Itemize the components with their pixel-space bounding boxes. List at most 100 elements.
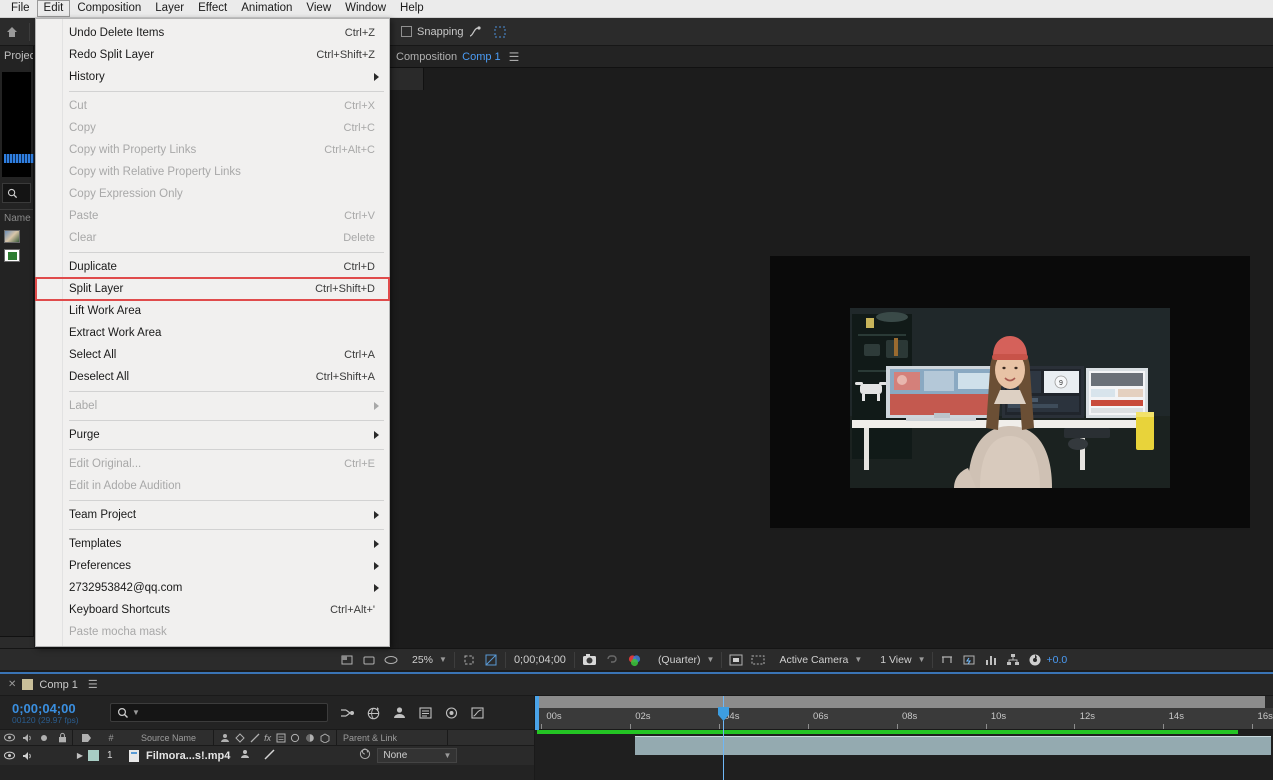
take-snapshot-icon[interactable] (578, 649, 601, 671)
menu-item-select-all[interactable]: Select AllCtrl+A (36, 344, 389, 366)
snapping-label: Snapping (417, 26, 464, 38)
menu-item-layer[interactable]: Layer (148, 0, 191, 17)
toggle-mask-icon[interactable] (358, 649, 380, 671)
menu-item-undo-delete-items[interactable]: Undo Delete ItemsCtrl+Z (36, 22, 389, 44)
region-of-interest-toggle-icon[interactable] (725, 649, 747, 671)
timeline-tab-label[interactable]: Comp 1 (39, 679, 78, 691)
project-list-item[interactable] (0, 227, 33, 246)
menu-item-edit[interactable]: Edit (37, 0, 71, 17)
ruler-label: 08s (902, 711, 917, 722)
menu-item-templates[interactable]: Templates (36, 533, 389, 555)
composition-flowchart-icon[interactable] (1002, 649, 1024, 671)
resolution-select[interactable]: (Quarter) ▼ (654, 653, 719, 667)
menu-item-deselect-all[interactable]: Deselect AllCtrl+Shift+A (36, 366, 389, 388)
menu-item-2732953842-qq-com[interactable]: 2732953842@qq.com (36, 577, 389, 599)
menu-item-clear: ClearDelete (36, 227, 389, 249)
close-icon[interactable]: ✕ (8, 679, 16, 690)
layer-audio-toggle[interactable] (18, 751, 36, 761)
edit-menu-dropdown[interactable]: Undo Delete ItemsCtrl+ZRedo Split LayerC… (35, 18, 390, 647)
toggle-transparency-grid-icon[interactable] (0, 649, 358, 671)
menu-item-history[interactable]: History (36, 66, 389, 88)
menu-item-extract-work-area[interactable]: Extract Work Area (36, 322, 389, 344)
grid-and-guide-icon[interactable] (480, 649, 502, 671)
menu-item-lift-work-area[interactable]: Lift Work Area (36, 300, 389, 322)
snapping-toggle[interactable]: Snapping (401, 26, 464, 38)
playhead[interactable] (723, 696, 724, 780)
graph-editor-icon[interactable] (468, 704, 486, 722)
timeline-tracks-area[interactable]: 00s02s04s06s08s10s12s14s16s (534, 696, 1273, 780)
zoom-level-value: 25% (412, 654, 433, 666)
camera-view-select[interactable]: Active Camera ▼ (775, 653, 866, 667)
fast-previews-icon[interactable] (958, 649, 980, 671)
menu-item-file[interactable]: File (4, 0, 37, 17)
menu-item-redo-split-layer[interactable]: Redo Split LayerCtrl+Shift+Z (36, 44, 389, 66)
menu-item-window[interactable]: Window (338, 0, 393, 17)
track-zone[interactable] (535, 730, 1273, 780)
panel-menu-icon[interactable]: ☰ (509, 50, 520, 64)
current-time-display[interactable]: 0;00;04;00 00120 (29.97 fps) (0, 701, 110, 725)
layer-quality-switch[interactable] (264, 749, 275, 763)
motion-blur-icon[interactable] (442, 704, 460, 722)
menu-item-edit-original: Edit Original...Ctrl+E (36, 453, 389, 475)
composition-mini-flowchart-icon[interactable] (338, 704, 356, 722)
menu-item-copy: CopyCtrl+C (36, 117, 389, 139)
layer-parent-select[interactable]: None ▼ (377, 748, 457, 763)
layer-expand-triangle[interactable]: ▶ (72, 751, 88, 760)
project-search-input[interactable] (2, 183, 31, 203)
menu-item-duplicate[interactable]: DuplicateCtrl+D (36, 256, 389, 278)
view-layout-select[interactable]: 1 View ▼ (876, 653, 929, 667)
project-list-item[interactable] (0, 246, 33, 265)
region-of-interest-icon[interactable] (458, 649, 480, 671)
layer-source-name[interactable]: Filmora...s!.mp4 (139, 750, 230, 762)
menu-separator (69, 391, 384, 392)
ruler-label: 16s (1258, 711, 1273, 722)
toggle-guides-icon[interactable] (380, 649, 402, 671)
pixel-aspect-correction-icon[interactable] (936, 649, 958, 671)
menu-item-split-layer[interactable]: Split LayerCtrl+Shift+D (36, 278, 389, 300)
snapping-checkbox[interactable] (401, 26, 412, 37)
chevron-down-icon[interactable]: ▼ (132, 708, 140, 717)
menu-item-preferences[interactable]: Preferences (36, 555, 389, 577)
frame-blending-icon[interactable] (416, 704, 434, 722)
draft-3d-icon[interactable] (364, 704, 382, 722)
expand-view-icon[interactable] (489, 21, 511, 43)
work-area-bar[interactable] (535, 696, 1273, 708)
timeline-search-input[interactable]: ▼ (110, 703, 328, 722)
menu-item-help[interactable]: Help (393, 0, 431, 17)
menu-item-team-project[interactable]: Team Project (36, 504, 389, 526)
exposure-value[interactable]: +0.0 (1046, 654, 1067, 666)
toggle-pixel-aspect-icon[interactable] (747, 649, 769, 671)
composition-tab-label[interactable]: Composition (396, 51, 457, 63)
layer-label-color[interactable] (88, 750, 99, 761)
menu-item-purge[interactable]: Purge (36, 424, 389, 446)
menu-item-view[interactable]: View (299, 0, 338, 17)
menu-item-keyboard-shortcuts[interactable]: Keyboard ShortcutsCtrl+Alt+' (36, 599, 389, 621)
timeline-icon-group (338, 704, 486, 722)
panel-menu-icon[interactable]: ☰ (88, 678, 98, 691)
layer-clip-bar[interactable] (635, 736, 1271, 755)
toolbar-divider (505, 652, 506, 668)
composition-sub-tab[interactable] (388, 68, 424, 90)
viewer-timecode[interactable]: 0;00;04;00 (509, 654, 571, 666)
show-snapshot-icon[interactable] (601, 649, 623, 671)
parent-link-header[interactable]: Parent & Link (337, 730, 447, 746)
exposure-reset-icon[interactable] (1024, 649, 1046, 671)
zoom-level-select[interactable]: 25% ▼ (408, 653, 451, 667)
source-name-header[interactable]: Source Name (123, 730, 213, 746)
show-channel-icon[interactable] (623, 649, 646, 671)
menu-item-label: Paste (69, 210, 344, 222)
composition-name[interactable]: Comp 1 (462, 51, 501, 63)
time-ruler[interactable]: 00s02s04s06s08s10s12s14s16s (535, 708, 1273, 730)
menu-item-composition[interactable]: Composition (70, 0, 148, 17)
timeline-graph-icon[interactable] (980, 649, 1002, 671)
layer-shy-switch[interactable] (240, 749, 250, 762)
menu-item-animation[interactable]: Animation (234, 0, 299, 17)
parent-pickwhip-icon[interactable] (359, 748, 371, 763)
menu-item-effect[interactable]: Effect (191, 0, 234, 17)
home-icon[interactable] (1, 21, 23, 43)
layer-video-toggle[interactable] (0, 751, 18, 760)
hide-shy-layers-icon[interactable] (390, 704, 408, 722)
graph-editor-icon[interactable] (465, 21, 487, 43)
work-area-region[interactable] (539, 696, 1265, 708)
current-timecode[interactable]: 0;00;04;00 (12, 701, 110, 716)
